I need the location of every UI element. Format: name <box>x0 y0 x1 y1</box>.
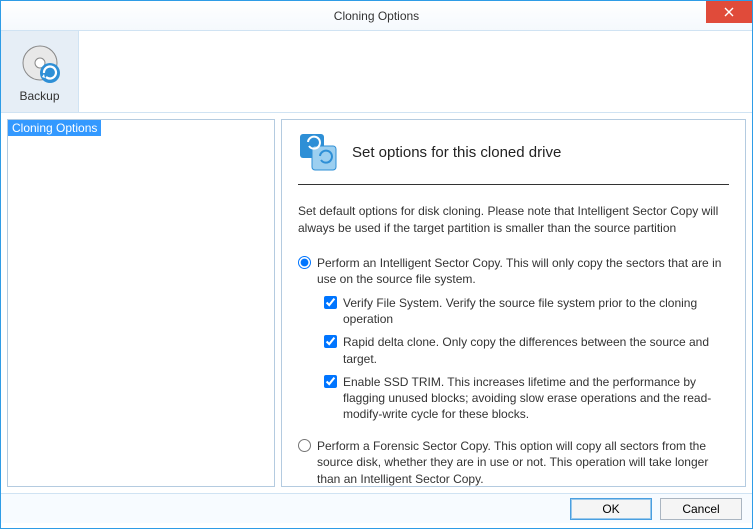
footer: OK Cancel <box>1 493 752 523</box>
checkbox-trim-label: Enable SSD TRIM. This increases lifetime… <box>343 374 729 423</box>
checkbox-trim-input[interactable] <box>324 375 337 388</box>
ok-button[interactable]: OK <box>570 498 652 520</box>
tree-panel: Cloning Options <box>7 119 275 487</box>
checkbox-ssd-trim[interactable]: Enable SSD TRIM. This increases lifetime… <box>324 374 729 423</box>
checkbox-verify-fs[interactable]: Verify File System. Verify the source fi… <box>324 295 729 327</box>
options-panel: Set options for this cloned drive Set de… <box>281 119 746 487</box>
window-title: Cloning Options <box>334 9 419 23</box>
radio-forensic-sector-copy[interactable]: Perform a Forensic Sector Copy. This opt… <box>298 438 729 487</box>
section-heading: Set options for this cloned drive <box>352 144 561 161</box>
titlebar: Cloning Options <box>1 1 752 31</box>
radio-forensic-label: Perform a Forensic Sector Copy. This opt… <box>317 438 729 487</box>
option-intelligent-group: Perform an Intelligent Sector Copy. This… <box>298 255 729 423</box>
checkbox-rapid-delta[interactable]: Rapid delta clone. Only copy the differe… <box>324 334 729 366</box>
radio-intelligent-input[interactable] <box>298 256 311 269</box>
section-description: Set default options for disk cloning. Pl… <box>298 203 729 237</box>
backup-icon <box>18 41 62 85</box>
radio-forensic-input[interactable] <box>298 439 311 452</box>
toolbar-item-label: Backup <box>19 89 59 103</box>
toolbar: Backup <box>1 31 752 113</box>
cancel-button[interactable]: Cancel <box>660 498 742 520</box>
checkbox-rapid-input[interactable] <box>324 335 337 348</box>
divider <box>298 184 729 185</box>
close-button[interactable] <box>706 1 752 23</box>
body-area: Cloning Options Set options for this clo… <box>1 113 752 493</box>
checkbox-rapid-label: Rapid delta clone. Only copy the differe… <box>343 334 729 366</box>
section-header: Set options for this cloned drive <box>298 132 729 172</box>
clone-drive-icon <box>298 132 338 172</box>
toolbar-item-backup[interactable]: Backup <box>1 31 79 112</box>
option-forensic-group: Perform a Forensic Sector Copy. This opt… <box>298 438 729 487</box>
intelligent-sub-options: Verify File System. Verify the source fi… <box>324 295 729 422</box>
radio-intelligent-label: Perform an Intelligent Sector Copy. This… <box>317 255 729 287</box>
checkbox-verify-label: Verify File System. Verify the source fi… <box>343 295 729 327</box>
tree-item-cloning-options[interactable]: Cloning Options <box>8 120 101 136</box>
checkbox-verify-input[interactable] <box>324 296 337 309</box>
radio-intelligent-sector-copy[interactable]: Perform an Intelligent Sector Copy. This… <box>298 255 729 287</box>
close-icon <box>724 7 734 17</box>
